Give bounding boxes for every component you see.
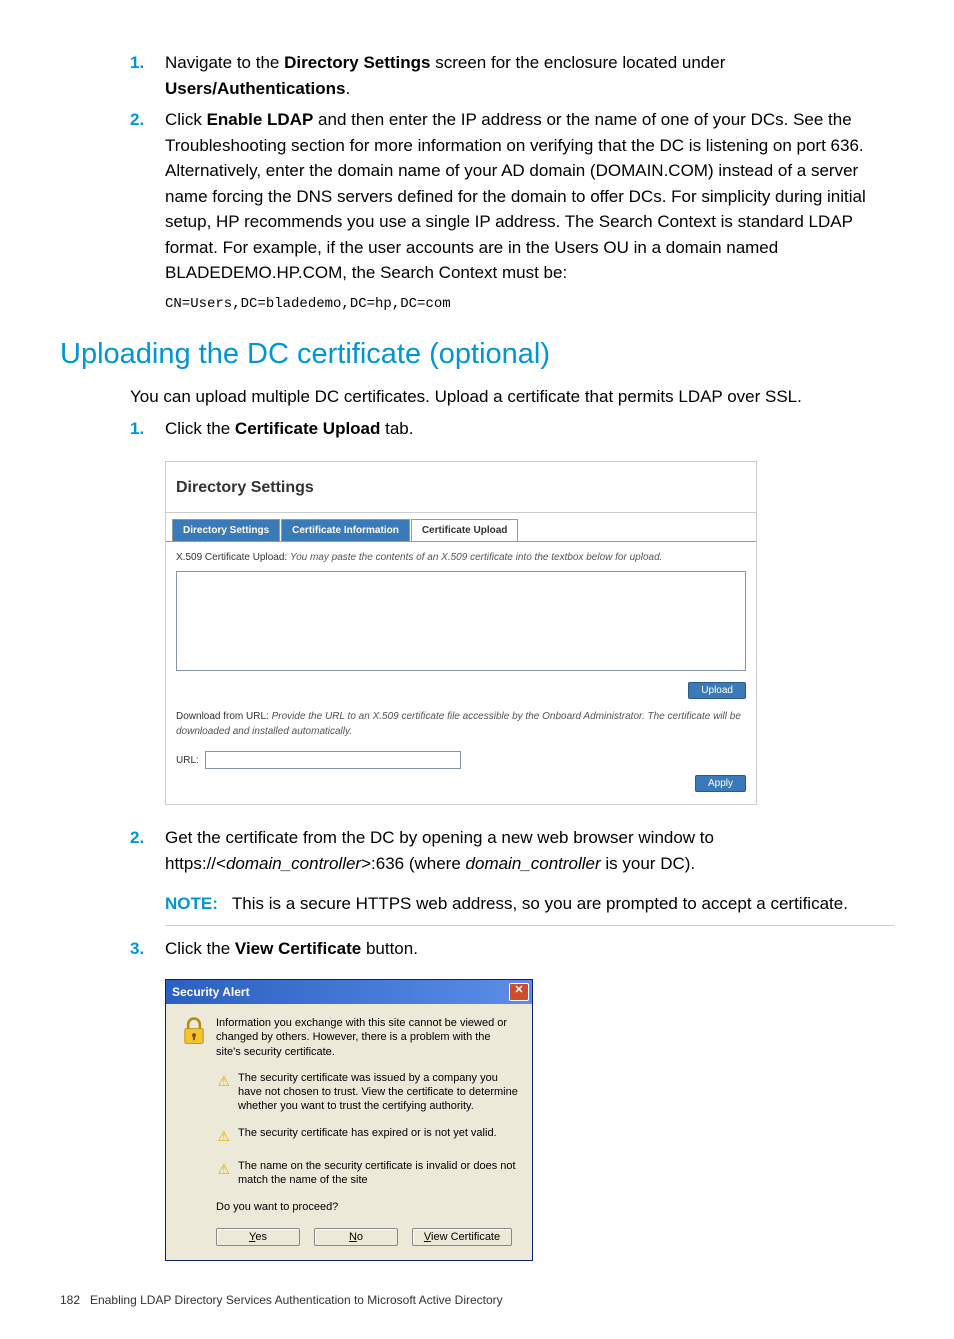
note-label: NOTE: (165, 894, 218, 913)
note-row: NOTE: This is a secure HTTPS web address,… (165, 891, 894, 926)
step-number: 1. (60, 416, 160, 442)
upload-step-2: 2. Get the certificate from the DC by op… (60, 825, 894, 876)
close-icon[interactable]: ✕ (509, 983, 529, 1001)
url-label: URL: (176, 753, 199, 768)
step-number: 2. (60, 825, 160, 876)
sa-question: Do you want to proceed? (216, 1199, 518, 1216)
yes-button[interactable]: Yes (216, 1228, 300, 1246)
step-number: 1. (60, 50, 160, 101)
upload-step-3: 3. Click the View Certificate button. (60, 936, 894, 962)
ds-upload-instruction: X.509 Certificate Upload: You may paste … (176, 550, 746, 565)
sa-warn-2: The security certificate has expired or … (238, 1126, 518, 1147)
page-footer: 182 Enabling LDAP Directory Services Aut… (60, 1291, 894, 1309)
security-alert-dialog: Security Alert ✕ Information you exchang… (165, 979, 533, 1261)
code-block: CN=Users,DC=bladedemo,DC=hp,DC=com (165, 294, 894, 315)
step-text: Click the View Certificate button. (160, 936, 894, 962)
step-2: 2. Click Enable LDAP and then enter the … (60, 107, 894, 286)
step-number: 3. (60, 936, 160, 962)
note-text: This is a secure HTTPS web address, so y… (232, 894, 848, 913)
lock-icon (180, 1016, 216, 1059)
certificate-textarea[interactable] (176, 571, 746, 671)
warning-icon: ⚠ (217, 1159, 230, 1180)
step-text: Click the Certificate Upload tab. (160, 416, 894, 442)
step-text: Navigate to the Directory Settings scree… (160, 50, 894, 101)
view-certificate-button[interactable]: View Certificate (412, 1228, 512, 1246)
no-button[interactable]: No (314, 1228, 398, 1246)
upload-button[interactable]: Upload (688, 682, 746, 699)
tab-certificate-upload[interactable]: Certificate Upload (411, 519, 519, 541)
url-input[interactable] (205, 751, 461, 769)
section-heading: Uploading the DC certificate (optional) (60, 333, 894, 377)
footer-text: Enabling LDAP Directory Services Authent… (90, 1293, 503, 1307)
step-text: Click Enable LDAP and then enter the IP … (160, 107, 894, 286)
ds-url-instruction: Download from URL: Provide the URL to an… (176, 709, 746, 739)
page-number: 182 (60, 1293, 80, 1307)
step-number: 2. (60, 107, 160, 286)
apply-button[interactable]: Apply (695, 775, 746, 792)
upload-step-1: 1. Click the Certificate Upload tab. (60, 416, 894, 442)
tab-certificate-information[interactable]: Certificate Information (281, 519, 410, 541)
warning-icon: ⚠ (217, 1126, 230, 1147)
ds-title: Directory Settings (166, 462, 756, 513)
sa-title: Security Alert (172, 983, 250, 1001)
step-1: 1. Navigate to the Directory Settings sc… (60, 50, 894, 101)
sa-main-text: Information you exchange with this site … (216, 1016, 518, 1059)
warning-icon: ⚠ (217, 1071, 230, 1092)
sa-warn-3: The name on the security certificate is … (238, 1159, 518, 1188)
ds-tabstrip: Directory Settings Certificate Informati… (166, 519, 756, 541)
directory-settings-figure: Directory Settings Directory Settings Ce… (165, 461, 757, 805)
sa-warn-1: The security certificate was issued by a… (238, 1071, 518, 1114)
step-text: Get the certificate from the DC by openi… (160, 825, 894, 876)
sa-titlebar: Security Alert ✕ (166, 980, 532, 1004)
intro-text: You can upload multiple DC certificates.… (130, 384, 894, 410)
tab-directory-settings[interactable]: Directory Settings (172, 519, 280, 541)
